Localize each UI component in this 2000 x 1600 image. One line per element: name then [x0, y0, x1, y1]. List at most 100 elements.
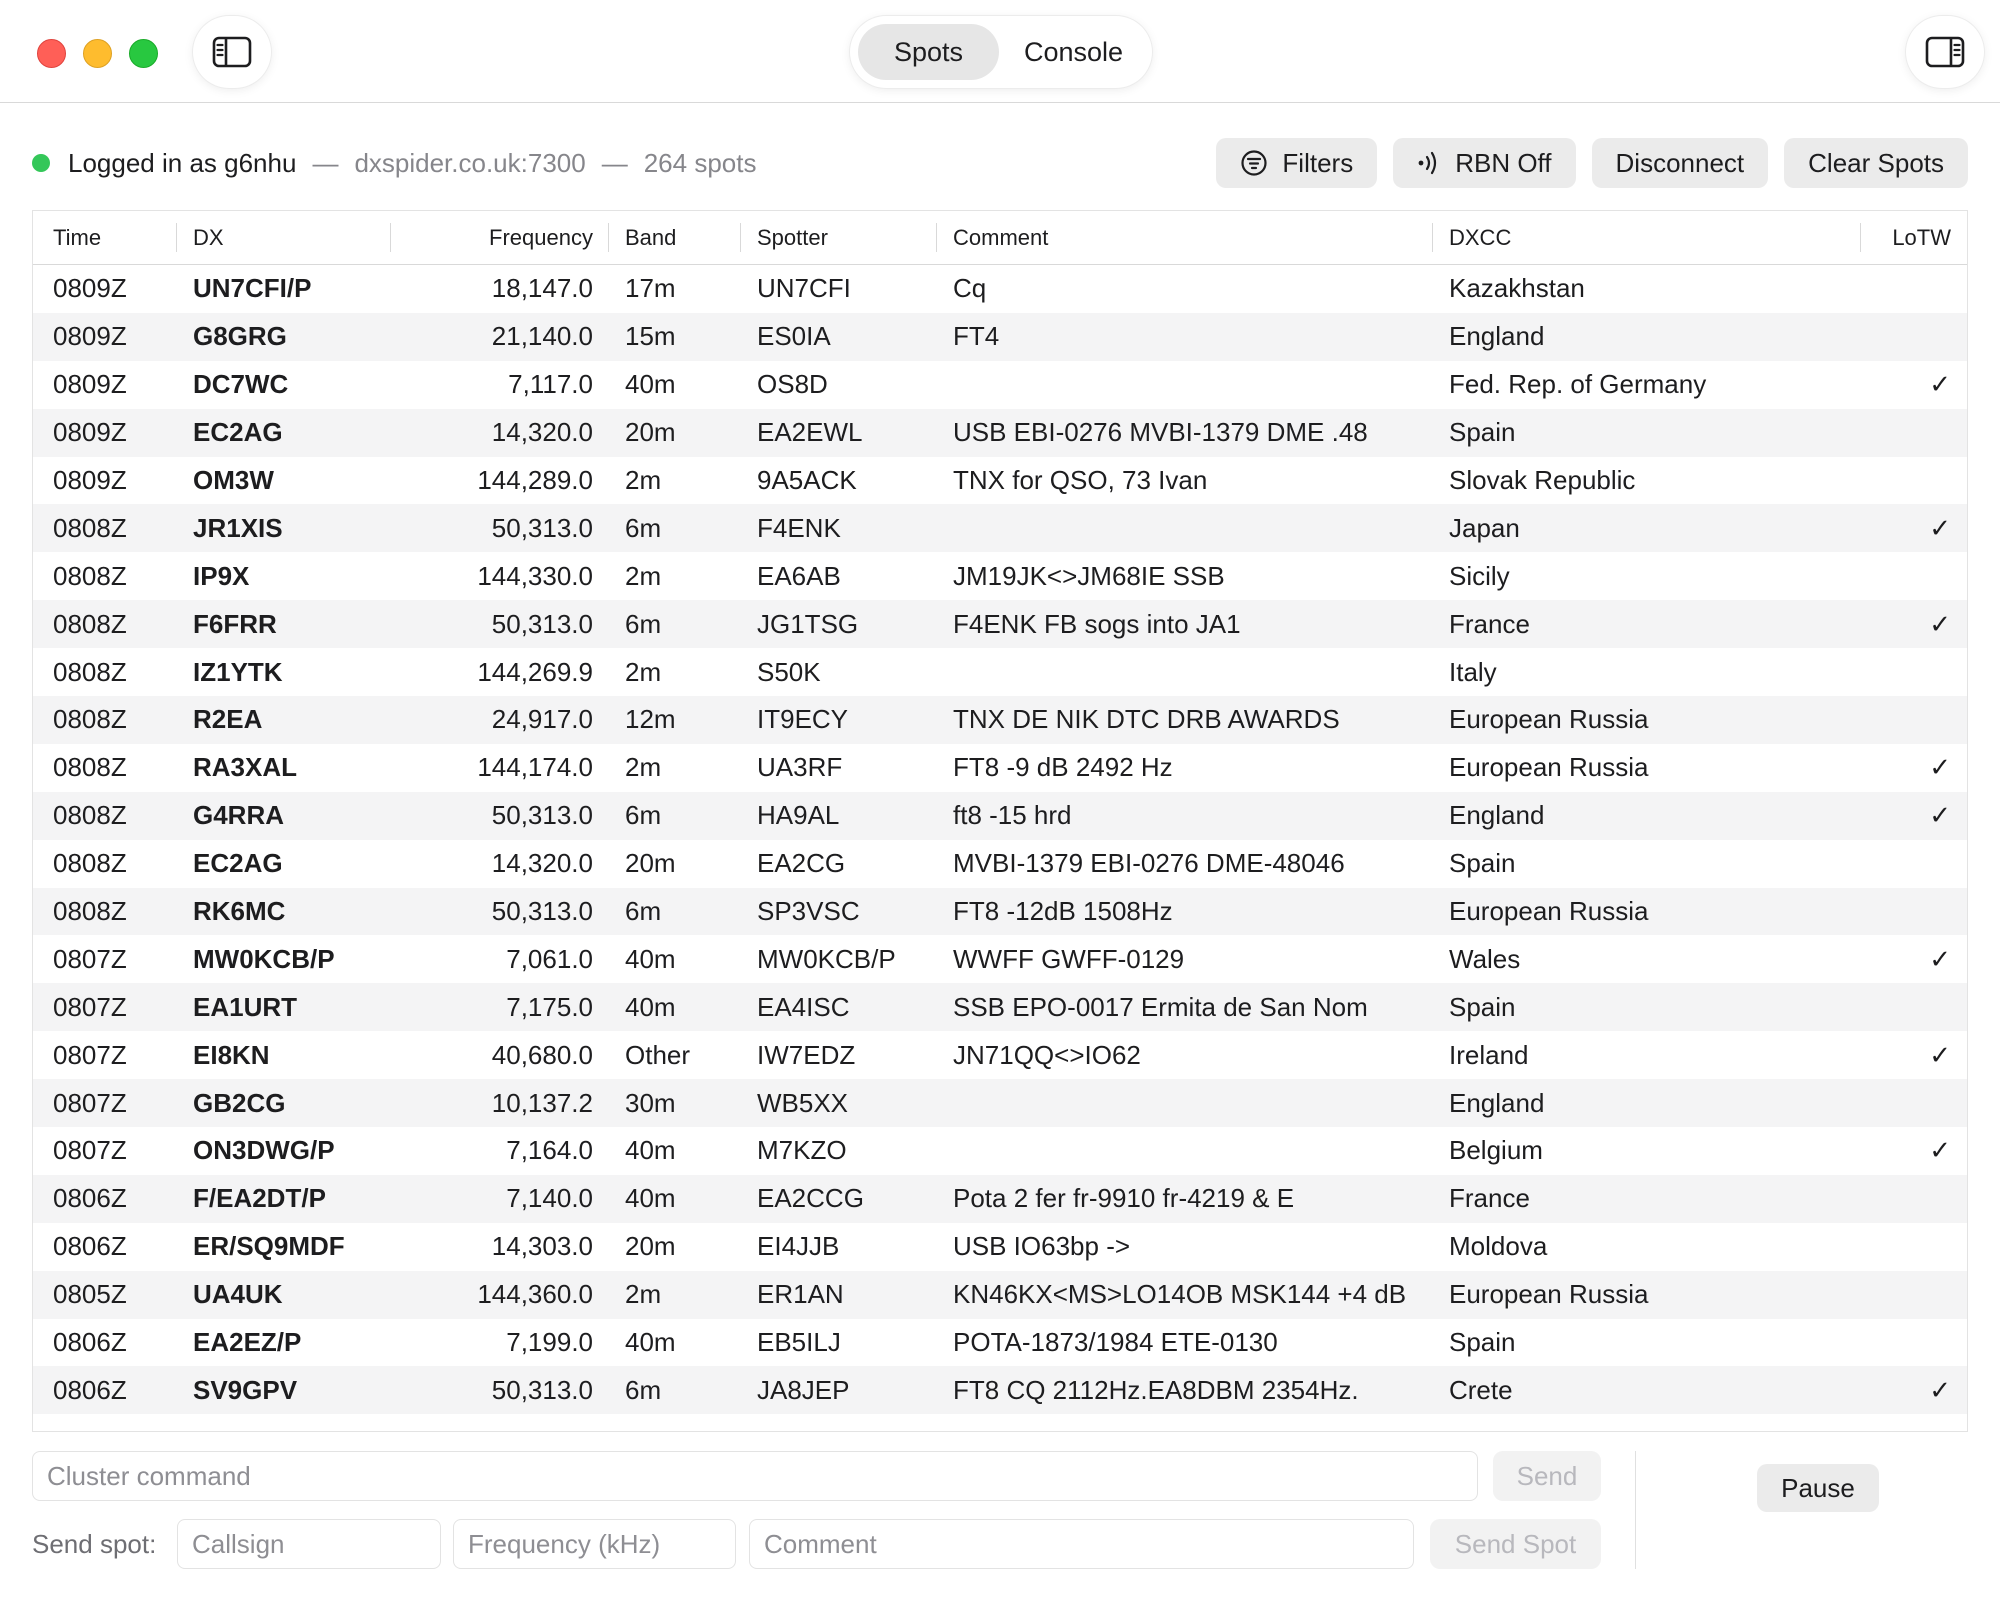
table-header: Time DX Frequency Band Spotter Comment D…	[33, 211, 1967, 265]
zoom-window-button[interactable]	[129, 39, 158, 68]
cell-frequency: 144,174.0	[477, 752, 593, 783]
table-row[interactable]: 0808Z IP9X 144,330.0 2m EA6AB JM19JK<>JM68IE …	[33, 552, 1967, 600]
cell-dx-callsign: RA3XAL	[193, 752, 298, 783]
tab-console[interactable]: Console	[1003, 24, 1144, 80]
table-row[interactable]: 0809Z OM3W 144,289.0 2m 9A5ACK TNX for QSO, 7…	[33, 457, 1967, 505]
minimize-window-button[interactable]	[83, 39, 112, 68]
column-header-dxcc[interactable]: DXCC	[1433, 211, 1861, 264]
cell-frequency: 144,360.0	[477, 1279, 593, 1310]
table-row[interactable]: 0808Z RK6MC 50,313.0 6m SP3VSC FT8 -12dB 1508…	[33, 887, 1967, 936]
cell-spotter: WB5XX	[757, 1087, 849, 1118]
cell-dxcc: Belgium	[1449, 1135, 1543, 1166]
table-row[interactable]: 0809Z UN7CFI/P 18,147.0 17m UN7CFI Cq Kazakhst…	[33, 265, 1967, 313]
cell-band: 20m	[625, 417, 676, 448]
cell-spotter: UN7CFI	[757, 273, 851, 304]
column-header-dx[interactable]: DX	[177, 211, 391, 264]
rbn-toggle-button[interactable]: RBN Off	[1393, 138, 1576, 188]
cell-time: 0809Z	[53, 273, 127, 304]
cell-time: 0806Z	[53, 1327, 127, 1358]
lotw-check-icon: ✓	[1929, 512, 1951, 543]
close-window-button[interactable]	[37, 39, 66, 68]
cell-band: 6m	[625, 512, 662, 543]
cell-comment: Cq	[953, 273, 987, 304]
table-row[interactable]: 0806Z EA2EZ/P 7,199.0 40m EB5ILJ POTA-1873/19…	[33, 1319, 1967, 1367]
sidebar-toggle-button[interactable]	[193, 16, 271, 88]
cell-dx-callsign: F6FRR	[193, 608, 277, 639]
cell-dx-callsign: UN7CFI/P	[193, 273, 312, 304]
cell-time: 0807Z	[53, 1039, 127, 1070]
cell-dx-callsign: EA2EZ/P	[193, 1327, 302, 1358]
cell-dxcc: France	[1449, 1183, 1530, 1214]
table-row[interactable]: 0809Z DC7WC 7,117.0 40m OS8D Fed. Rep. of Ger…	[33, 361, 1967, 409]
frequency-input[interactable]	[453, 1519, 736, 1569]
cell-comment: USB IO63bp ->	[953, 1231, 1131, 1262]
cell-dxcc: European Russia	[1449, 1279, 1649, 1310]
send-command-button[interactable]: Send	[1493, 1451, 1601, 1501]
cluster-command-input[interactable]	[32, 1451, 1478, 1501]
filters-button[interactable]: Filters	[1216, 138, 1378, 188]
table-row[interactable]: 0808Z R2EA 24,917.0 12m IT9ECY TNX DE NIK DTC…	[33, 696, 1967, 744]
table-row[interactable]: 0808Z EC2AG 14,320.0 20m EA2CG MVBI-1379 EBI-…	[33, 840, 1967, 888]
disconnect-button[interactable]: Disconnect	[1591, 138, 1769, 188]
table-row[interactable]: 0806Z SV9GPV 50,313.0 6m JA8JEP FT8 CQ 2112Hz…	[33, 1366, 1967, 1415]
cell-dxcc: Fed. Rep. of Germany	[1449, 369, 1707, 400]
table-row[interactable]: 0806Z ER/SQ9MDF 14,303.0 20m EI4JJB USB IO63b…	[33, 1223, 1967, 1271]
column-header-spotter[interactable]: Spotter	[741, 211, 937, 264]
column-header-frequency[interactable]: Frequency	[391, 211, 609, 264]
cell-dx-callsign: EI8KN	[193, 1039, 270, 1070]
cell-frequency: 50,313.0	[491, 1374, 593, 1405]
cell-comment: WWFF GWFF-0129	[953, 943, 1185, 974]
cell-dxcc: Spain	[1449, 991, 1516, 1022]
cell-spotter: 9A5ACK	[757, 465, 857, 495]
title-bar: Spots Console	[0, 0, 2000, 103]
cell-frequency: 7,175.0	[506, 991, 593, 1022]
cell-band: 6m	[625, 608, 662, 639]
table-row[interactable]: 0807Z MW0KCB/P 7,061.0 40m MW0KCB/P WWFF GWFF…	[33, 935, 1967, 983]
table-row[interactable]: 0808Z IZ1YTK 144,269.9 2m S50K Italy	[33, 648, 1967, 696]
table-row[interactable]: 0807Z ON3DWG/P 7,164.0 40m M7KZO Belgium ✓	[33, 1127, 1967, 1175]
spot-comment-input[interactable]	[749, 1519, 1414, 1569]
table-row[interactable]: 0808Z RA3XAL 144,174.0 2m UA3RF FT8 -9 dB 249…	[33, 744, 1967, 792]
table-row[interactable]: 0807Z GB2CG 10,137.2 30m WB5XX England	[33, 1079, 1967, 1128]
cell-dxcc: Slovak Republic	[1449, 465, 1636, 495]
table-row[interactable]: 0805Z UA4UK 144,360.0 2m ER1AN KN46KX<MS>LO14…	[33, 1270, 1967, 1319]
rbn-label: RBN Off	[1455, 147, 1552, 178]
callsign-input[interactable]	[177, 1519, 441, 1569]
table-row[interactable]: 0808Z JR1XIS 50,313.0 6m F4ENK Japan ✓	[33, 504, 1967, 553]
table-row[interactable]: 0808Z F6FRR 50,313.0 6m JG1TSG F4ENK FB sogs …	[33, 600, 1967, 649]
table-row[interactable]: 0809Z G8GRG 21,140.0 15m ES0IA FT4 England	[33, 312, 1967, 361]
cell-comment: JM19JK<>JM68IE SSB	[953, 560, 1225, 591]
column-header-lotw[interactable]: LoTW	[1861, 211, 1967, 264]
sidebar-left-icon	[212, 36, 252, 68]
cell-dxcc: England	[1449, 1087, 1545, 1118]
cell-comment: Pota 2 fer fr-9910 fr-4219 & E	[953, 1183, 1295, 1214]
cell-comment: USB EBI-0276 MVBI-1379 DME .48	[953, 417, 1368, 448]
cell-dx-callsign: RK6MC	[193, 896, 286, 927]
cell-dx-callsign: OM3W	[193, 465, 274, 495]
cell-spotter: IT9ECY	[757, 704, 849, 735]
cell-dx-callsign: JR1XIS	[193, 512, 283, 543]
cell-frequency: 14,320.0	[491, 848, 593, 879]
cell-dxcc: Spain	[1449, 1327, 1516, 1358]
clear-spots-button[interactable]: Clear Spots	[1784, 138, 1968, 188]
cell-band: 40m	[625, 1183, 676, 1214]
cell-dx-callsign: EA1URT	[193, 991, 298, 1022]
cell-spotter: EB5ILJ	[757, 1327, 841, 1358]
cell-dxcc: England	[1449, 800, 1545, 831]
tab-spots[interactable]: Spots	[858, 24, 999, 80]
cell-frequency: 144,269.9	[477, 656, 593, 687]
cell-time: 0809Z	[53, 417, 127, 448]
table-row[interactable]: 0808Z G4RRA 50,313.0 6m HA9AL ft8 -15 hrd Engl…	[33, 791, 1967, 840]
inspector-toggle-button[interactable]	[1906, 16, 1984, 88]
pause-button[interactable]: Pause	[1757, 1464, 1879, 1512]
table-row[interactable]: 0806Z F/EA2DT/P 7,140.0 40m EA2CCG Pota 2 fer…	[33, 1174, 1967, 1223]
table-row[interactable]: 0807Z EI8KN 40,680.0 Other IW7EDZ JN71QQ<>IO6…	[33, 1031, 1967, 1079]
cell-frequency: 7,164.0	[506, 1135, 593, 1166]
table-row[interactable]: 0807Z EA1URT 7,175.0 40m EA4ISC SSB EPO-0017 …	[33, 983, 1967, 1032]
table-row[interactable]: 0809Z EC2AG 14,320.0 20m EA2EWL USB EBI-0276 …	[33, 408, 1967, 457]
cell-frequency: 18,147.0	[491, 273, 593, 304]
send-spot-button[interactable]: Send Spot	[1430, 1519, 1601, 1569]
column-header-comment[interactable]: Comment	[937, 211, 1433, 264]
column-header-band[interactable]: Band	[609, 211, 741, 264]
column-header-time[interactable]: Time	[33, 211, 177, 264]
